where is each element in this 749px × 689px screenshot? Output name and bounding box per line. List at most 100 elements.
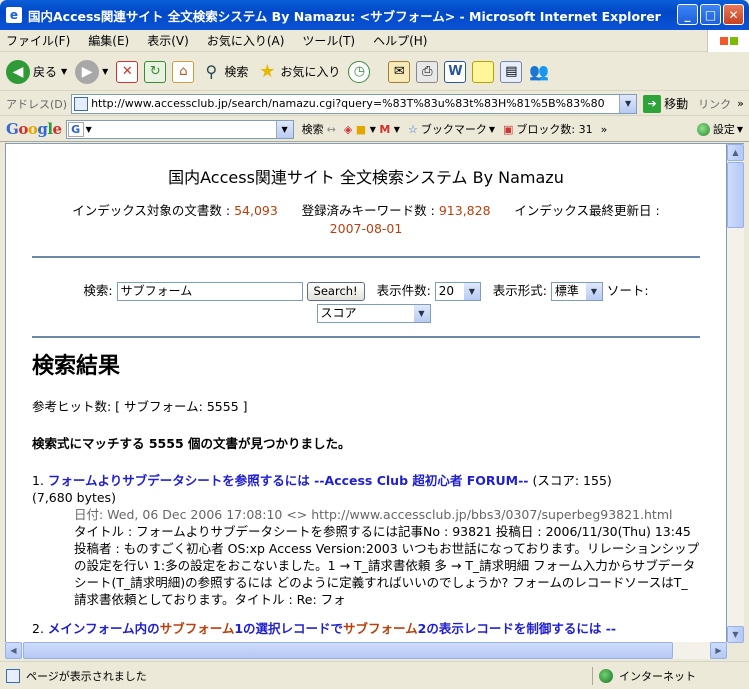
print-icon[interactable]: ⎙ — [416, 60, 439, 83]
query-input[interactable]: サブフォーム — [116, 282, 303, 301]
format-select[interactable]: 標準 ▼ — [550, 282, 603, 301]
keywords-label: 登録済みキーワード数 : — [301, 203, 439, 218]
zone-label: インターネット — [619, 670, 696, 683]
page-content: 国内Access関連サイト 全文検索システム By Namazu インデックス対… — [5, 143, 727, 643]
search-icon: ⚲ — [205, 62, 218, 81]
research-icon[interactable]: ▤ — [500, 60, 523, 83]
toolbar: ◀ 戻る ▼ ▶ ▼ ✕ ↻ ⌂ ⚲ 検索 ★ お気に入り ◷ ✉ ⎙ W ▤ … — [0, 53, 749, 91]
result-meta: 日付: Wed, 06 Dec 2006 17:08:10 <> http://… — [74, 507, 673, 522]
chevron-down-icon: ▼ — [463, 283, 480, 300]
close-button[interactable]: ✕ — [723, 4, 744, 25]
go-label: 移動 — [664, 97, 689, 111]
bookmarks-button[interactable]: ☆ ブックマーク ▼ — [408, 121, 495, 137]
menu-file[interactable]: ファイル(F) — [6, 32, 70, 49]
discuss-icon[interactable] — [472, 60, 495, 83]
settings-button[interactable]: 設定 ▼ — [696, 121, 743, 137]
favorites-label: お気に入り — [280, 65, 341, 79]
divider — [32, 256, 700, 258]
go-button[interactable]: ➔ 移動 — [643, 94, 689, 113]
popup-block-icon: ▣ — [502, 122, 514, 136]
google-logo[interactable]: Google — [6, 120, 62, 138]
scroll-up-icon[interactable]: ▲ — [727, 144, 744, 161]
scroll-left-icon[interactable]: ◀ — [5, 642, 22, 659]
address-label: アドレス(D) — [6, 97, 68, 111]
star-icon: ★ — [259, 61, 276, 82]
result-title-link[interactable]: メインフォーム内のサブフォーム1の選択レコードでサブフォーム2の表示レコードを制… — [48, 621, 616, 636]
address-bar: アドレス(D) http://www.accessclub.jp/search/… — [0, 92, 749, 116]
chevron-down-icon: ▼ — [413, 305, 430, 322]
menu-tools[interactable]: ツール(T) — [302, 32, 355, 49]
window-title: 国内Access関連サイト 全文検索システム By Namazu: <サブフォー… — [28, 8, 661, 24]
result-title-link[interactable]: フォームよりサブデータシートを参照するには --Access Club 超初心者… — [48, 473, 529, 488]
google-dropdown-icon[interactable]: ▼ — [275, 120, 293, 138]
updated-label: インデックス最終更新日 : — [514, 203, 660, 218]
horizontal-scrollbar[interactable]: ◀ ▶ — [5, 642, 727, 659]
divider — [32, 336, 700, 338]
google-toolbar: Google G ▼ ▼ 検索 ↔ ◈ ■ ▼ M ▼ ☆ ブックマーク ▼ ▣ ブロック… — [0, 117, 749, 142]
go-arrow-icon: ➔ — [643, 94, 662, 113]
page-title: 国内Access関連サイト 全文検索システム By Namazu — [168, 168, 564, 187]
sort-label: ソート: — [606, 283, 649, 298]
docs-label: インデックス対象の文書数 : — [72, 203, 235, 218]
search-submit-button[interactable]: Search! — [306, 282, 365, 301]
count-select[interactable]: 20 ▼ — [434, 282, 481, 301]
settings-icon — [696, 122, 710, 136]
favorites-button[interactable]: ★ お気に入り — [256, 61, 340, 83]
ie-icon: e — [6, 7, 22, 23]
scroll-down-icon[interactable]: ▼ — [727, 626, 744, 643]
result-item: 1. フォームよりサブデータシートを参照するには --Access Club 超… — [32, 472, 700, 608]
result-snippet: タイトル : フォームよりサブデータシートを参照するには記事No : 93821… — [74, 524, 700, 607]
status-text: ページが表示されました — [26, 669, 147, 683]
search-form: 検索: サブフォーム Search! 表示件数: 20 ▼ 表示形式: 標準 ▼ ソ… — [32, 280, 700, 324]
minimize-button[interactable]: _ — [677, 4, 698, 25]
google-search-button[interactable]: 検索 ↔ — [302, 121, 336, 137]
word-edit-icon[interactable]: W — [444, 60, 467, 83]
links-button[interactable]: リンク — [698, 96, 731, 112]
stop-icon[interactable]: ✕ — [116, 60, 139, 83]
mail-icon[interactable]: ✉ — [388, 60, 411, 83]
back-arrow-icon: ◀ — [6, 59, 30, 84]
address-input[interactable]: http://www.accessclub.jp/search/namazu.c… — [71, 93, 638, 114]
keywords-count: 913,828 — [438, 203, 491, 218]
google-g-icon: G — [67, 121, 84, 137]
vertical-scroll-thumb[interactable] — [727, 162, 744, 228]
google-more-icon[interactable]: » — [601, 123, 608, 136]
docs-count: 54,093 — [234, 203, 278, 218]
refresh-icon[interactable]: ↻ — [144, 60, 167, 83]
hit-count: 参考ヒット数: [ サブフォーム: 5555 ] — [32, 399, 248, 414]
back-button[interactable]: ◀ 戻る ▼ — [6, 59, 67, 84]
bookmark-star-icon: ☆ — [407, 122, 418, 136]
horizontal-scroll-thumb[interactable] — [23, 642, 673, 659]
search-label: 検索: — [83, 283, 113, 298]
result-number: 1. — [32, 473, 44, 488]
address-dropdown-icon[interactable]: ▼ — [619, 94, 637, 113]
security-zone: インターネット — [592, 667, 696, 685]
messenger-icon[interactable]: 👥 — [528, 61, 550, 83]
forward-button[interactable]: ▶ ▼ — [75, 59, 108, 84]
google-search-input[interactable]: G ▼ ▼ — [65, 119, 294, 139]
forward-arrow-icon: ▶ — [75, 59, 100, 84]
popup-blocker[interactable]: ▣ ブロック数: 31 — [503, 121, 593, 137]
menu-bar: ファイル(F) 編集(E) 表示(V) お気に入り(A) ツール(T) ヘルプ(… — [0, 30, 749, 52]
page-icon — [74, 96, 89, 111]
menu-view[interactable]: 表示(V) — [147, 32, 189, 49]
result-item: 2. メインフォーム内のサブフォーム1の選択レコードでサブフォーム2の表示レコー… — [32, 620, 700, 637]
sort-select[interactable]: スコア ▼ — [316, 304, 431, 323]
back-label: 戻る — [33, 65, 58, 79]
updated-date: 2007-08-01 — [329, 221, 403, 236]
menu-help[interactable]: ヘルプ(H) — [373, 32, 427, 49]
chevron-right-icon[interactable]: » — [737, 97, 744, 110]
search-button[interactable]: ⚲ 検索 — [200, 61, 248, 83]
google-tools-icons[interactable]: ◈ ■ ▼ M ▼ — [344, 123, 400, 136]
vertical-scrollbar[interactable]: ▲ ▼ — [727, 143, 744, 643]
home-icon[interactable]: ⌂ — [172, 60, 195, 83]
maximize-button[interactable]: □ — [700, 4, 721, 25]
menu-edit[interactable]: 編集(E) — [88, 32, 129, 49]
globe-icon — [599, 669, 613, 683]
menu-favorites[interactable]: お気に入り(A) — [207, 32, 285, 49]
scroll-right-icon[interactable]: ▶ — [710, 642, 727, 659]
status-bar: ページが表示されました インターネット — [0, 661, 749, 689]
windows-logo-icon — [707, 30, 749, 52]
history-icon[interactable]: ◷ — [348, 60, 371, 83]
title-bar: e 国内Access関連サイト 全文検索システム By Namazu: <サブフ… — [0, 0, 749, 30]
